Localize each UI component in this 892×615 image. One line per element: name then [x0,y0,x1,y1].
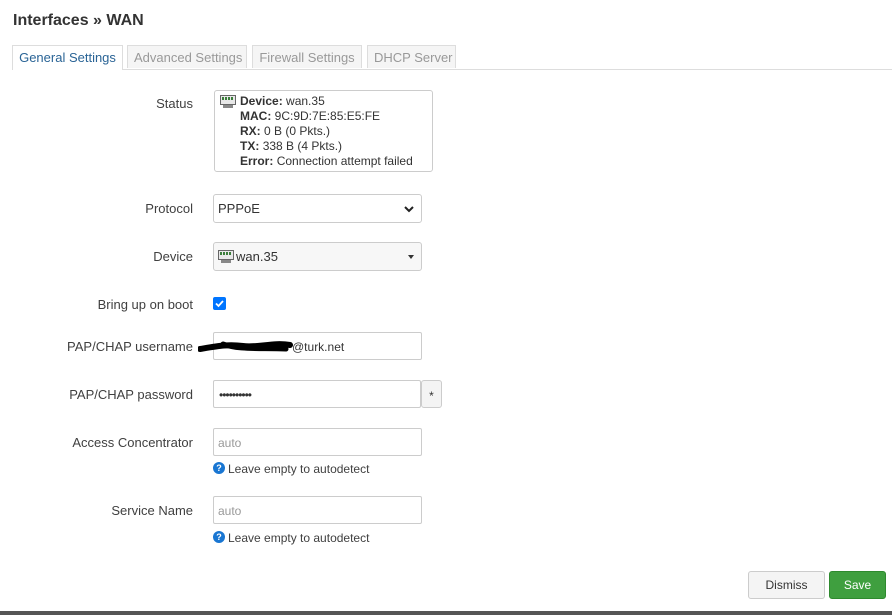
page-title: Interfaces » WAN [13,12,144,29]
password-value: •••••••••• [219,388,252,402]
access-concentrator-label: Access Concentrator [72,435,193,450]
device-dropdown[interactable]: wan.35 [213,242,422,271]
protocol-label: Protocol [145,201,193,216]
tab-bar: General Settings Advanced Settings Firew… [12,45,892,70]
username-label: PAP/CHAP username [67,339,193,354]
status-error-value: Connection attempt failed [276,154,413,168]
access-concentrator-hint-text: Leave empty to autodetect [228,462,370,476]
username-value: @turk.net [292,340,345,354]
status-tx-key: TX: [240,139,260,153]
caret-down-icon [408,255,414,259]
ethernet-port-icon [218,250,234,263]
status-error-line: Error: Connection attempt failed [240,154,427,169]
status-device-value: wan.35 [286,94,325,108]
access-concentrator-hint: ? Leave empty to autodetect [213,462,369,476]
device-value: wan.35 [236,249,278,264]
chevron-down-icon [404,206,414,213]
checkmark-icon [215,300,224,308]
dismiss-button[interactable]: Dismiss [748,571,825,599]
status-device-key: Device: [240,94,283,108]
service-name-hint: ? Leave empty to autodetect [213,531,369,545]
device-label: Device [153,249,193,264]
status-rx-key: RX: [240,124,261,138]
status-mac-key: MAC: [240,109,272,123]
status-device-line: Device: wan.35 [240,94,427,109]
status-rx-value: 0 B (0 Pkts.) [264,124,331,138]
access-concentrator-input[interactable]: auto [213,428,422,456]
help-icon: ? [213,531,225,543]
password-input[interactable]: •••••••••• [213,380,421,408]
password-label: PAP/CHAP password [69,387,193,402]
service-name-hint-text: Leave empty to autodetect [228,531,370,545]
status-mac-line: MAC: 9C:9D:7E:85:E5:FE [240,109,427,124]
ethernet-port-icon [220,95,236,108]
protocol-value: PPPoE [218,201,260,216]
status-mac-value: 9C:9D:7E:85:E5:FE [274,109,381,123]
service-name-placeholder: auto [218,504,242,518]
status-rx-line: RX: 0 B (0 Pkts.) [240,124,427,139]
tab-advanced-settings[interactable]: Advanced Settings [127,45,247,68]
tab-general-settings[interactable]: General Settings [12,45,123,70]
status-box: Device: wan.35 MAC: 9C:9D:7E:85:E5:FE RX… [214,90,433,172]
help-icon: ? [213,462,225,474]
bring-up-label: Bring up on boot [97,297,193,312]
service-name-label: Service Name [111,503,193,518]
access-concentrator-placeholder: auto [218,436,242,450]
redaction-scribble [198,341,293,352]
reveal-password-button[interactable]: * [421,380,442,408]
bring-up-checkbox[interactable] [213,297,226,310]
window-bottom-border [0,611,892,615]
protocol-select[interactable]: PPPoE [213,194,422,223]
status-error-key: Error: [240,154,274,168]
status-label: Status [156,96,193,111]
tab-firewall-settings[interactable]: Firewall Settings [252,45,362,68]
tab-dhcp-server[interactable]: DHCP Server [367,45,456,68]
status-tx-line: TX: 338 B (4 Pkts.) [240,139,427,154]
service-name-input[interactable]: auto [213,496,422,524]
save-button[interactable]: Save [829,571,886,599]
status-tx-value: 338 B (4 Pkts.) [262,139,343,153]
